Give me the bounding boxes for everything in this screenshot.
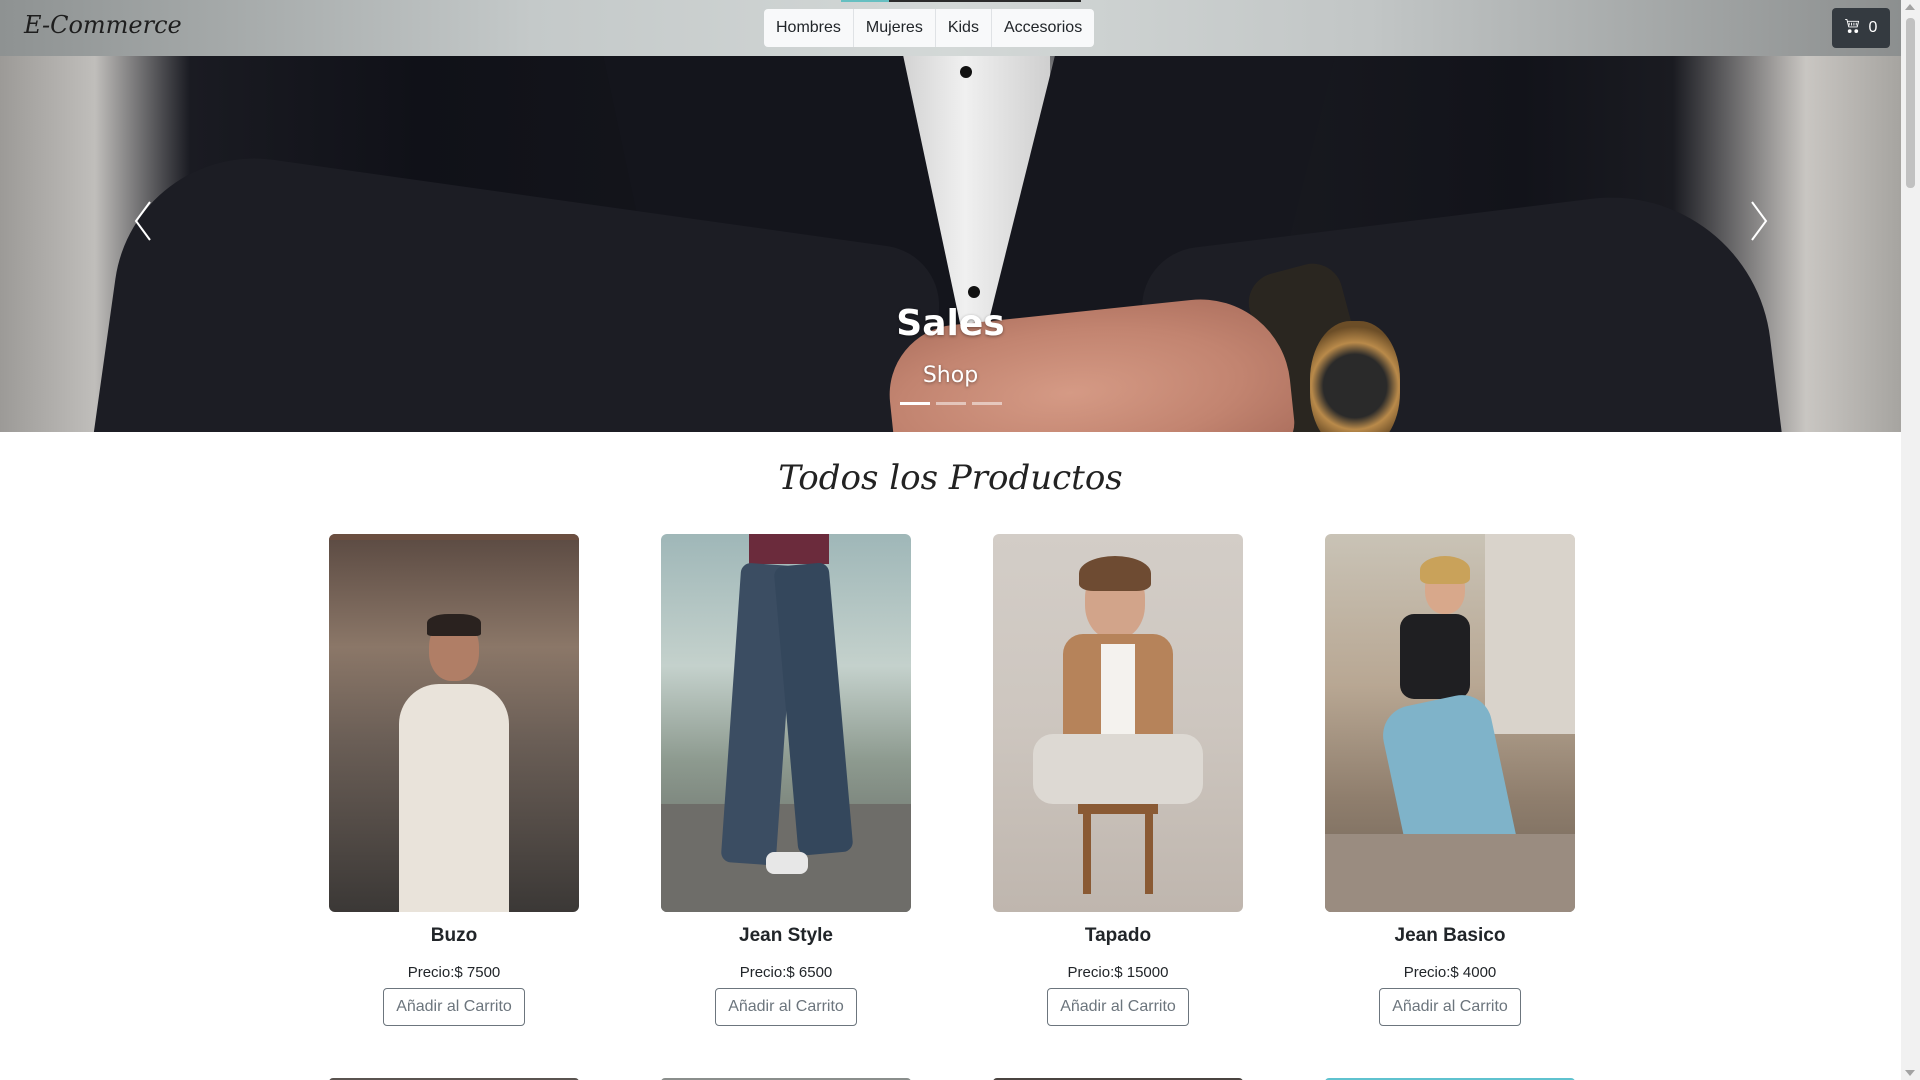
chevron-right-icon	[1751, 201, 1768, 241]
carousel-prev-button[interactable]	[128, 196, 158, 246]
chevron-left-icon	[134, 201, 151, 241]
add-to-cart-button[interactable]: Añadir al Carrito	[383, 988, 525, 1026]
carousel-next-button[interactable]	[1744, 196, 1774, 246]
carousel-caption-subtitle: Shop	[922, 363, 979, 388]
scroll-down-arrow-icon[interactable]	[1905, 1070, 1915, 1076]
product-name: Jean Basico	[1394, 925, 1506, 946]
brand-logo[interactable]: E-Commerce	[24, 11, 182, 39]
hero-carousel: Sales Shop	[0, 56, 1901, 432]
product-card: Tapado Precio:$ 15000 Añadir al Carrito	[993, 534, 1243, 1026]
product-card: Buzo Precio:$ 7500 Añadir al Carrito	[329, 534, 579, 1026]
product-card: Jean Style Precio:$ 6500 Añadir al Carri…	[661, 534, 911, 1026]
product-price: Precio:$ 6500	[739, 964, 833, 981]
product-name: Buzo	[430, 925, 478, 946]
add-to-cart-button[interactable]: Añadir al Carrito	[715, 988, 857, 1026]
scroll-up-arrow-icon[interactable]	[1905, 4, 1915, 10]
add-to-cart-button[interactable]: Añadir al Carrito	[1379, 988, 1521, 1026]
product-image	[993, 534, 1243, 912]
navbar: E-Commerce Hombres Mujeres Kids Accesori…	[0, 0, 1901, 56]
product-name: Tapado	[1084, 925, 1152, 946]
scrollbar-thumb[interactable]	[1906, 18, 1915, 188]
cart-icon	[1844, 18, 1860, 38]
product-price: Precio:$ 7500	[407, 964, 501, 981]
carousel-indicator-2[interactable]	[936, 402, 966, 405]
carousel-caption-title: Sales	[896, 303, 1005, 344]
carousel-indicator-1[interactable]	[900, 402, 930, 405]
product-name: Jean Style	[739, 925, 833, 946]
nav-link-mujeres[interactable]: Mujeres	[854, 9, 936, 47]
carousel-indicators	[900, 402, 1002, 405]
product-price: Precio:$ 15000	[1067, 964, 1169, 981]
page-scrollbar[interactable]	[1901, 0, 1920, 1080]
section-title: Todos los Productos	[778, 458, 1123, 498]
cart-count: 0	[1868, 19, 1878, 36]
product-image	[329, 534, 579, 912]
cart-button[interactable]: 0	[1832, 8, 1890, 48]
add-to-cart-button[interactable]: Añadir al Carrito	[1047, 988, 1189, 1026]
product-price: Precio:$ 4000	[1403, 964, 1497, 981]
product-image	[661, 534, 911, 912]
carousel-indicator-3[interactable]	[972, 402, 1002, 405]
product-card: Jean Basico Precio:$ 4000 Añadir al Carr…	[1325, 534, 1575, 1026]
nav-link-hombres[interactable]: Hombres	[764, 9, 854, 47]
nav-active-indicator	[841, 0, 1081, 2]
nav-link-accesorios[interactable]: Accesorios	[992, 9, 1094, 47]
nav-links: Hombres Mujeres Kids Accesorios	[764, 9, 1095, 47]
product-image	[1325, 534, 1575, 912]
nav-link-kids[interactable]: Kids	[936, 9, 992, 47]
